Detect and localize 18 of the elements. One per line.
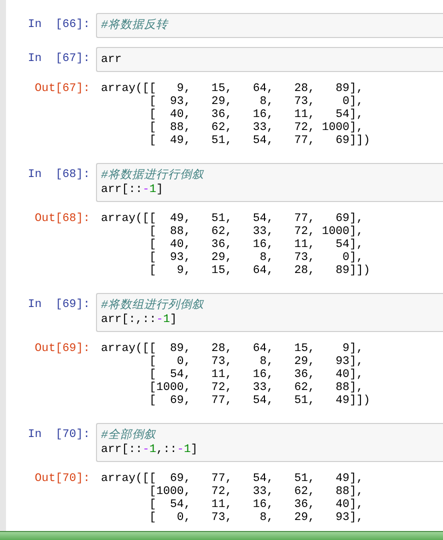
input-prompt: In [68]: xyxy=(26,167,91,182)
code-cell[interactable]: #全部倒叙 arr[::-1,::-1] xyxy=(96,423,443,462)
output-text: array([[ 9, 15, 64, 28, 89], [ 93, 29, 8, 73, 0], [ 40, 36, 16, 11, 54], [ 88, 62, 33, 72, 1000], [ 49, 51, 54, 77, 69]]) xyxy=(100,82,370,147)
output-prompt: Out[68]: xyxy=(34,212,91,226)
input-prompt: In [69]: xyxy=(26,297,91,312)
code-cell[interactable]: #将数据进行行倒叙 arr[::-1] xyxy=(96,163,443,202)
input-prompt: In [67]: xyxy=(26,51,91,66)
output-text: array([[ 89, 28, 64, 15, 9], [ 0, 73, 8, 29, 93], [ 54, 11, 16, 36, 40], [1000, 72, 33, 62, 88], [ 69, 77, 54, 51, 49]]) xyxy=(100,342,370,407)
output-text: array([[ 69, 77, 54, 51, 49], [1000, 72, 33, 62, 88], [ 54, 11, 16, 36, 40], [ 0, 73, 8, 29, 93], xyxy=(100,472,364,524)
code-cell[interactable]: arr xyxy=(96,47,443,72)
input-prompt: In [66]: xyxy=(26,17,91,32)
input-prompt: In [70]: xyxy=(26,427,91,442)
output-text: array([[ 49, 51, 54, 77, 69], [ 88, 62, 33, 72, 1000], [ 40, 36, 16, 11, 54], [ 93, 29, 8, 73, 0], [ 9, 15, 64, 28, 89]]) xyxy=(100,212,370,277)
code-cell[interactable]: #将数据反转 xyxy=(96,13,443,38)
output-prompt: Out[69]: xyxy=(34,342,91,356)
output-prompt: Out[67]: xyxy=(34,82,91,96)
code-cell[interactable]: #将数组进行列倒叙 arr[:,::-1] xyxy=(96,293,443,332)
output-prompt: Out[70]: xyxy=(34,472,91,486)
